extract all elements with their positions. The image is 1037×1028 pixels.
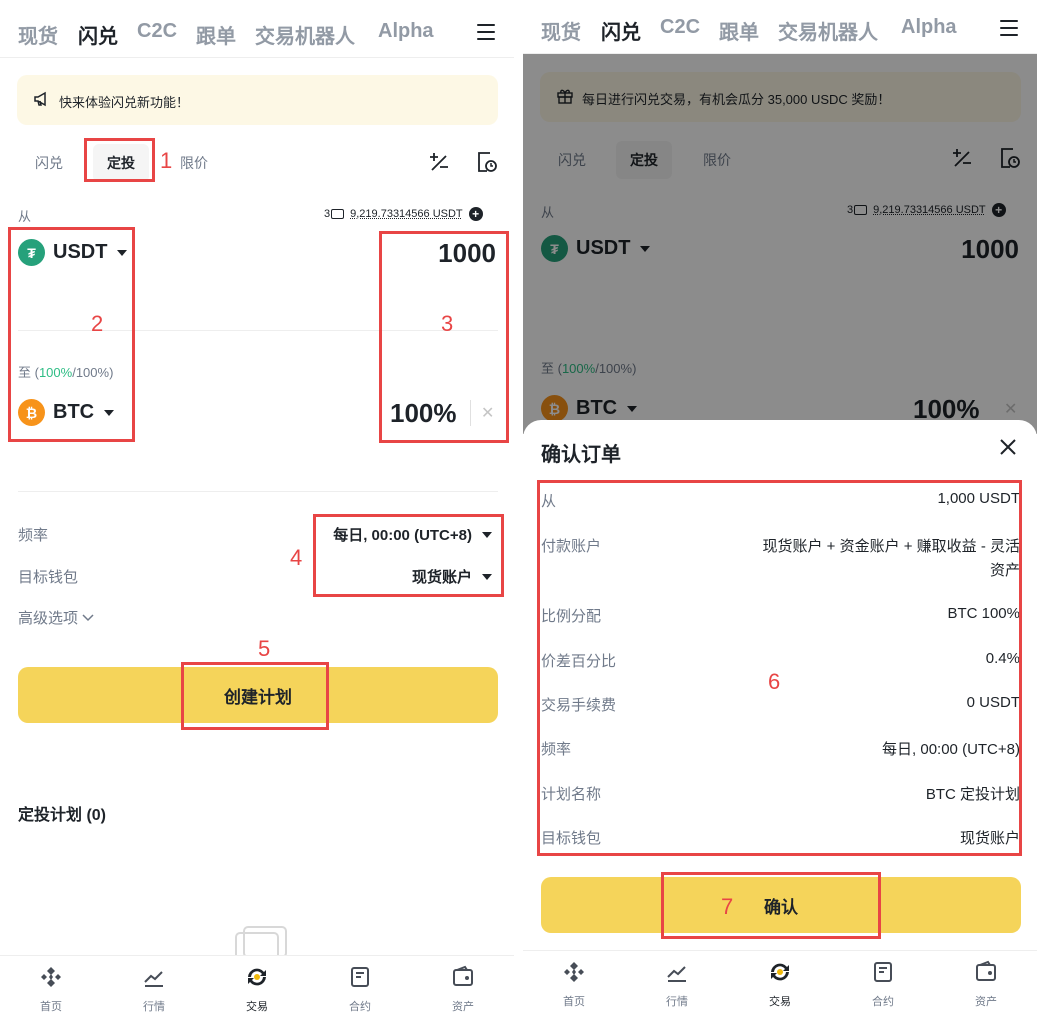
balance-amount: 9,219.73314566 USDT [350,208,463,220]
target-wallet-label: 目标钱包 [18,569,79,586]
annotation-box [661,872,881,939]
nav-markets[interactable]: 行情 [642,959,712,1009]
markets-icon [144,971,163,987]
nav-trade[interactable]: 交易 [222,964,292,1014]
bottom-nav: 首页 行情 交易 合约 资产 [0,955,514,1028]
futures-icon [351,967,369,987]
tab-trading-bots[interactable]: 交易机器人 [778,16,878,45]
tab-alpha[interactable]: Alpha [901,16,957,39]
annotation-box [379,231,509,443]
nav-home[interactable]: 首页 [16,964,86,1014]
annotation-box [8,227,135,442]
modal-backdrop[interactable] [523,54,1037,434]
home-icon [564,962,584,982]
nav-futures[interactable]: 合约 [848,959,918,1009]
tab-copy-trading[interactable]: 跟单 [719,16,759,45]
right-screen: 现货 闪兑 C2C 跟单 交易机器人 Alpha 每日进行闪兑交易，有机会瓜分 … [523,0,1037,1028]
promo-banner[interactable]: 快来体验闪兑新功能！ [17,75,498,125]
chevron-down-icon [82,613,94,621]
frequency-label: 频率 [18,527,49,544]
subtab-limit[interactable]: 限价 [180,153,208,173]
from-label: 从 [18,209,32,224]
futures-icon [874,962,892,982]
nav-assets[interactable]: 资产 [428,964,498,1014]
add-funds-icon[interactable]: + [468,207,483,221]
top-nav: 现货 闪兑 C2C 跟单 交易机器人 Alpha [0,0,514,58]
subtab-convert[interactable]: 闪兑 [35,153,63,173]
nav-home[interactable]: 首页 [539,959,609,1009]
bottom-nav: 首页 行情 交易 合约 资产 [523,950,1037,1028]
assets-icon [976,960,996,981]
menu-icon[interactable] [477,24,495,40]
balance-display[interactable]: 3 9,219.73314566 USDT + [324,207,483,221]
order-history-icon[interactable] [476,151,498,173]
banner-text: 快来体验闪兑新功能！ [59,95,190,110]
sheet-title: 确认订单 [541,444,621,466]
trade-icon [248,968,266,986]
nav-markets[interactable]: 行情 [119,964,189,1014]
annotation-label: 4 [290,545,303,570]
tab-trading-bots[interactable]: 交易机器人 [255,20,355,49]
assets-icon [453,965,473,986]
annotation-box [181,662,329,730]
wallet-count: 3 [324,208,331,220]
tab-c2c[interactable]: C2C [137,20,177,43]
tab-spot[interactable]: 现货 [541,16,581,45]
annotation-box [313,514,504,597]
nav-assets[interactable]: 资产 [951,959,1021,1009]
plans-title: 定投计划 (0) [18,807,107,824]
menu-icon[interactable] [1000,20,1018,36]
annotation-box [537,480,1022,856]
divider [18,491,498,492]
wallet-icon: 3 [324,208,345,220]
empty-state-icon [235,926,287,955]
top-nav: 现货 闪兑 C2C 跟单 交易机器人 Alpha [523,0,1037,54]
tab-convert[interactable]: 闪兑 [601,16,641,45]
confirm-order-sheet: 确认订单 从 1,000 USDT 付款账户 现货账户 + 资金账户 + 赚取收… [523,420,1037,1028]
tab-c2c[interactable]: C2C [660,16,700,39]
tab-alpha[interactable]: Alpha [378,20,434,43]
annotation-label: 2 [91,311,104,336]
plus-minus-icon[interactable] [428,151,450,173]
annotation-label: 5 [258,636,271,661]
tab-spot[interactable]: 现货 [18,20,58,49]
markets-icon [667,966,686,982]
annotation-box [84,138,155,182]
annotation-label: 3 [441,311,454,336]
annotation-label: 7 [721,894,734,919]
annotation-label: 1 [160,148,173,173]
left-screen: 现货 闪兑 C2C 跟单 交易机器人 Alpha 快来体验闪兑新功能！ 闪兑 定… [0,0,514,1028]
nav-futures[interactable]: 合约 [325,964,395,1014]
tab-copy-trading[interactable]: 跟单 [196,20,236,49]
home-icon [41,967,61,987]
close-icon[interactable] [999,438,1017,456]
panel-gap [514,0,523,1028]
trade-icon [771,963,789,981]
nav-trade[interactable]: 交易 [745,959,815,1009]
tab-convert[interactable]: 闪兑 [78,20,118,49]
advanced-options-toggle[interactable]: 高级选项 [18,607,94,628]
megaphone-icon [34,91,46,107]
annotation-label: 6 [768,669,781,694]
